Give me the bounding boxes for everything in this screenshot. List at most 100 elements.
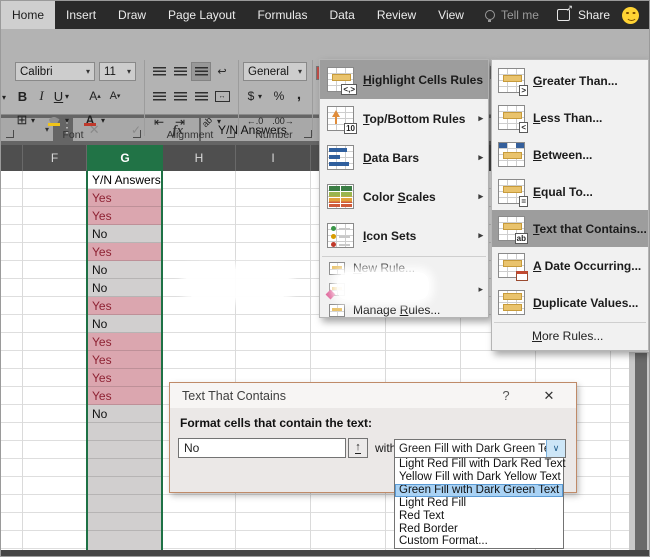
column-header-h[interactable]: H bbox=[163, 145, 236, 171]
cell-g7[interactable]: No bbox=[88, 279, 161, 297]
currency-format-button[interactable]: $ bbox=[244, 87, 258, 105]
cell-g2[interactable]: Yes bbox=[88, 189, 161, 207]
submenu-item-less-than[interactable]: < Less Than... bbox=[492, 99, 648, 136]
wrap-text-button[interactable]: ↩ bbox=[212, 62, 232, 81]
format-option[interactable]: Light Red Fill bbox=[395, 497, 563, 510]
submenu-item-duplicate-values[interactable]: Duplicate Values... bbox=[492, 284, 648, 321]
cell-g13[interactable]: Yes bbox=[88, 387, 161, 405]
cell-g19[interactable] bbox=[88, 495, 161, 513]
cell-g10[interactable]: Yes bbox=[88, 333, 161, 351]
submenu-item-equal-to[interactable]: = Equal To... bbox=[492, 173, 648, 210]
cell-g5[interactable]: Yes bbox=[88, 243, 161, 261]
font-name-combo[interactable]: Calibri ▾ bbox=[15, 62, 95, 81]
tab-home[interactable]: Home bbox=[1, 1, 55, 29]
font-dialog-launcher-icon[interactable] bbox=[133, 130, 141, 138]
font-color-button[interactable]: A bbox=[81, 111, 99, 129]
cell-g4[interactable]: No bbox=[88, 225, 161, 243]
number-dialog-launcher-icon[interactable] bbox=[304, 130, 312, 138]
cell-g15[interactable] bbox=[88, 423, 161, 441]
cell-g12[interactable]: Yes bbox=[88, 369, 161, 387]
format-option[interactable]: Yellow Fill with Dark Yellow Text bbox=[395, 471, 563, 484]
chevron-down-icon[interactable]: ▾ bbox=[217, 117, 221, 126]
borders-button[interactable]: ⊞ bbox=[13, 111, 31, 129]
cell-g17[interactable] bbox=[88, 459, 161, 477]
comma-format-button[interactable]: , bbox=[293, 85, 305, 103]
cell-g6[interactable]: No bbox=[88, 261, 161, 279]
contains-text-input[interactable]: No bbox=[178, 438, 346, 458]
help-button[interactable]: ? bbox=[488, 383, 524, 408]
tab-data[interactable]: Data bbox=[318, 1, 365, 29]
tab-formulas[interactable]: Formulas bbox=[246, 1, 318, 29]
tab-draw[interactable]: Draw bbox=[107, 1, 157, 29]
merge-center-button[interactable]: ↔ bbox=[212, 87, 232, 106]
cell-g9[interactable]: No bbox=[88, 315, 161, 333]
cell-g11[interactable]: Yes bbox=[88, 351, 161, 369]
column-header-i[interactable]: I bbox=[236, 145, 311, 171]
align-center-button[interactable] bbox=[170, 87, 190, 106]
chevron-down-icon[interactable]: ▾ bbox=[31, 116, 35, 125]
cell-g14[interactable]: No bbox=[88, 405, 161, 423]
column-header-f[interactable]: F bbox=[23, 145, 87, 171]
bold-button[interactable]: B bbox=[15, 87, 30, 105]
format-option[interactable]: Light Red Fill with Dark Red Text bbox=[395, 458, 563, 471]
collapse-dialog-button[interactable]: ↑ bbox=[348, 438, 368, 458]
format-option[interactable]: Red Text bbox=[395, 509, 563, 522]
feedback-smiley-icon[interactable] bbox=[622, 7, 639, 24]
cell-g20[interactable] bbox=[88, 513, 161, 531]
scrollbar-thumb[interactable] bbox=[635, 353, 647, 551]
increase-decimal-button[interactable]: ←.0 bbox=[244, 113, 266, 129]
cell-g21[interactable] bbox=[88, 531, 161, 552]
decrease-decimal-button[interactable]: .00→ bbox=[271, 113, 295, 129]
format-option-selected[interactable]: Green Fill with Dark Green Text bbox=[395, 484, 563, 497]
cell-g1[interactable]: Y/N Answers bbox=[88, 171, 161, 189]
align-bottom-button[interactable] bbox=[191, 62, 211, 81]
submenu-item-a-date-occurring[interactable]: A Date Occurring... bbox=[492, 247, 648, 284]
format-option[interactable]: Red Border bbox=[395, 522, 563, 535]
share-button[interactable]: Share bbox=[549, 1, 618, 29]
close-button[interactable]: ✕ bbox=[528, 383, 570, 408]
combo-chevron-button[interactable]: ∨ bbox=[546, 440, 565, 457]
percent-format-button[interactable]: % bbox=[271, 87, 287, 105]
number-format-combo[interactable]: General ▾ bbox=[243, 62, 307, 81]
format-style-combo[interactable]: Green Fill with Dark Green Text ∨ bbox=[394, 439, 566, 458]
italic-button[interactable]: I bbox=[35, 87, 48, 105]
shrink-font-button[interactable]: A▾ bbox=[107, 87, 123, 105]
tell-me-box[interactable]: Tell me bbox=[475, 1, 549, 29]
tab-review[interactable]: Review bbox=[366, 1, 427, 29]
align-top-button[interactable] bbox=[149, 62, 169, 81]
submenu-item-text-that-contains[interactable]: ab Text that Contains... bbox=[492, 210, 648, 247]
clipboard-dialog-launcher-icon[interactable] bbox=[6, 130, 14, 138]
alignment-dialog-launcher-icon[interactable] bbox=[227, 130, 235, 138]
submenu-item-between[interactable]: Between... bbox=[492, 136, 648, 173]
menu-item-highlight-cells-rules[interactable]: <,> Highlight Cells Rules ▸ bbox=[320, 60, 488, 99]
chevron-down-icon[interactable]: ▾ bbox=[65, 92, 69, 101]
align-left-button[interactable] bbox=[149, 87, 169, 106]
font-size-combo[interactable]: 11 ▾ bbox=[99, 62, 136, 81]
menu-item-color-scales[interactable]: Color Scales ▸ bbox=[320, 177, 488, 216]
menu-item-icon-sets[interactable]: Icon Sets ▸ bbox=[320, 216, 488, 255]
underline-button[interactable]: U bbox=[52, 87, 65, 105]
column-header-g[interactable]: G bbox=[87, 145, 163, 171]
tab-insert[interactable]: Insert bbox=[55, 1, 107, 29]
vertical-scrollbar[interactable] bbox=[629, 352, 649, 552]
submenu-item-greater-than[interactable]: > Greater Than... bbox=[492, 62, 648, 99]
chevron-down-icon[interactable]: ▾ bbox=[101, 116, 105, 125]
format-option[interactable]: Custom Format... bbox=[395, 535, 563, 548]
cell-g3[interactable]: Yes bbox=[88, 207, 161, 225]
cell-g16[interactable] bbox=[88, 441, 161, 459]
menu-item-top-bottom-rules[interactable]: 10 Top/Bottom Rules ▸ bbox=[320, 99, 488, 138]
selected-column-g[interactable]: Y/N Answers Yes Yes No Yes No No Yes No … bbox=[86, 171, 163, 552]
fill-color-button[interactable] bbox=[45, 111, 63, 129]
column-header-partial[interactable] bbox=[1, 145, 23, 171]
align-right-button[interactable] bbox=[191, 87, 211, 106]
menu-item-data-bars[interactable]: Data Bars ▸ bbox=[320, 138, 488, 177]
grow-font-button[interactable]: A▴ bbox=[87, 87, 103, 105]
chevron-down-icon[interactable]: ▾ bbox=[258, 92, 262, 101]
align-middle-button[interactable] bbox=[170, 62, 190, 81]
submenu-item-more-rules[interactable]: More Rules... bbox=[492, 324, 648, 348]
menu-item-manage-rules[interactable]: Manage Rules... bbox=[320, 300, 488, 320]
tab-page-layout[interactable]: Page Layout bbox=[157, 1, 246, 29]
tab-view[interactable]: View bbox=[427, 1, 475, 29]
cell-g18[interactable] bbox=[88, 477, 161, 495]
chevron-down-icon[interactable]: ▾ bbox=[65, 116, 69, 125]
